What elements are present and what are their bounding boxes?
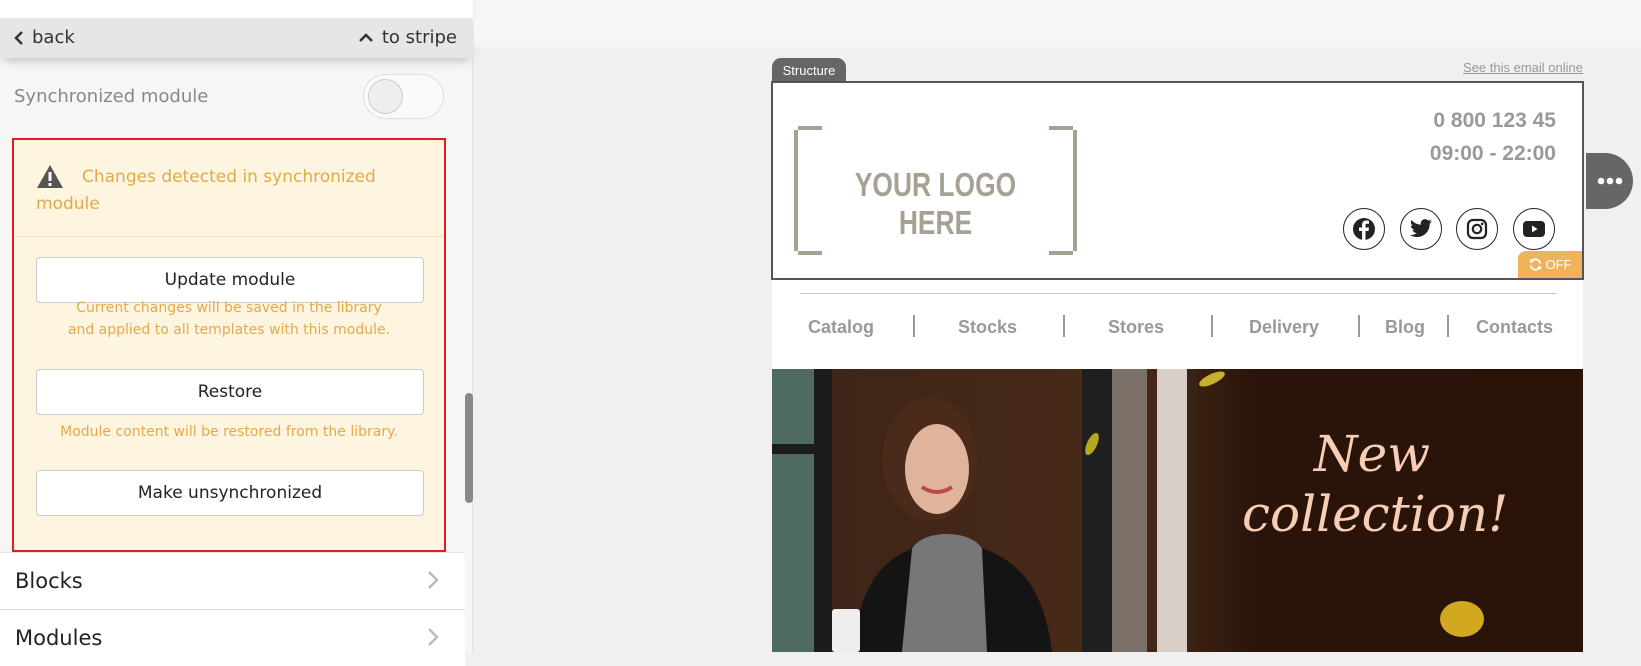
structure-tab[interactable]: Structure: [772, 58, 846, 82]
more-options-button[interactable]: [1586, 153, 1633, 209]
section-label: Modules: [15, 626, 103, 650]
chevron-right-icon: [428, 628, 439, 646]
nav-separator: [1447, 315, 1449, 337]
section-modules[interactable]: Modules: [0, 609, 465, 666]
restore-description: Module content will be restored from the…: [60, 424, 398, 440]
chevron-up-icon: [358, 32, 373, 42]
youtube-icon[interactable]: [1513, 208, 1555, 250]
nav-item-blog[interactable]: Blog: [1385, 317, 1425, 338]
section-blocks[interactable]: Blocks: [0, 552, 465, 609]
nav-separator: [1063, 315, 1065, 337]
toggle-knob: [368, 79, 403, 114]
nav-item-catalog[interactable]: Catalog: [808, 317, 874, 338]
ellipsis-icon: [1597, 177, 1622, 185]
nav-item-delivery[interactable]: Delivery: [1249, 317, 1319, 338]
nav-item-stocks[interactable]: Stocks: [958, 317, 1017, 338]
instagram-icon[interactable]: [1456, 208, 1498, 250]
facebook-icon[interactable]: [1343, 208, 1385, 250]
twitter-icon[interactable]: [1400, 208, 1442, 250]
hero-banner[interactable]: New collection!: [772, 369, 1583, 652]
to-stripe-button[interactable]: to stripe: [358, 27, 457, 48]
sync-badge-label: OFF: [1545, 257, 1572, 272]
nav-separator: [1358, 315, 1360, 337]
to-stripe-label: to stripe: [381, 27, 457, 48]
logo-placeholder[interactable]: YOUR LOGO HERE: [794, 126, 1077, 255]
hero-headline-line1: New: [1313, 425, 1431, 483]
make-unsynchronized-button[interactable]: Make unsynchronized: [36, 470, 424, 516]
update-module-description: Current changes will be saved in the lib…: [67, 300, 391, 338]
phone-number: 0 800 123 45: [1433, 109, 1556, 132]
working-hours: 09:00 - 22:00: [1429, 142, 1556, 165]
nav-separator: [913, 315, 915, 337]
nav-divider: [800, 293, 1557, 294]
section-label: Blocks: [15, 569, 83, 593]
warning-title: Changes detected in synchronized module: [36, 167, 376, 214]
sync-status-badge[interactable]: OFF: [1518, 251, 1582, 278]
canvas-top-band: [474, 0, 1641, 47]
chevron-right-icon: [428, 571, 439, 589]
nav-separator: [1211, 315, 1213, 337]
hero-headline-line2: collection!: [1242, 485, 1509, 543]
hero-headline: New collection!: [1242, 424, 1509, 544]
sync-warning-box: Changes detected in synchronized module …: [12, 138, 446, 552]
view-online-link[interactable]: See this email online: [1463, 60, 1583, 75]
nav-item-stores[interactable]: Stores: [1108, 317, 1164, 338]
logo-text: YOUR LOGO HERE: [854, 166, 1017, 241]
chevron-left-icon: [14, 30, 23, 45]
sync-module-toggle[interactable]: [363, 74, 444, 119]
email-nav-menu: Catalog Stocks Stores Delivery Blog Cont…: [772, 280, 1583, 369]
back-button[interactable]: back: [14, 27, 75, 48]
sync-module-label: Synchronized module: [14, 86, 209, 107]
back-label: back: [32, 27, 75, 48]
sync-icon: [1529, 258, 1541, 271]
restore-button[interactable]: Restore: [36, 369, 424, 415]
panel-top-strip: [0, 0, 473, 18]
nav-item-contacts[interactable]: Contacts: [1476, 317, 1553, 338]
panel-scrollbar[interactable]: [465, 393, 473, 503]
warning-header: Changes detected in synchronized module: [14, 140, 444, 237]
panel-header: back to stripe: [0, 18, 473, 58]
email-header-structure[interactable]: YOUR LOGO HERE 0 800 123 45 09:00 - 22:0…: [771, 81, 1584, 280]
